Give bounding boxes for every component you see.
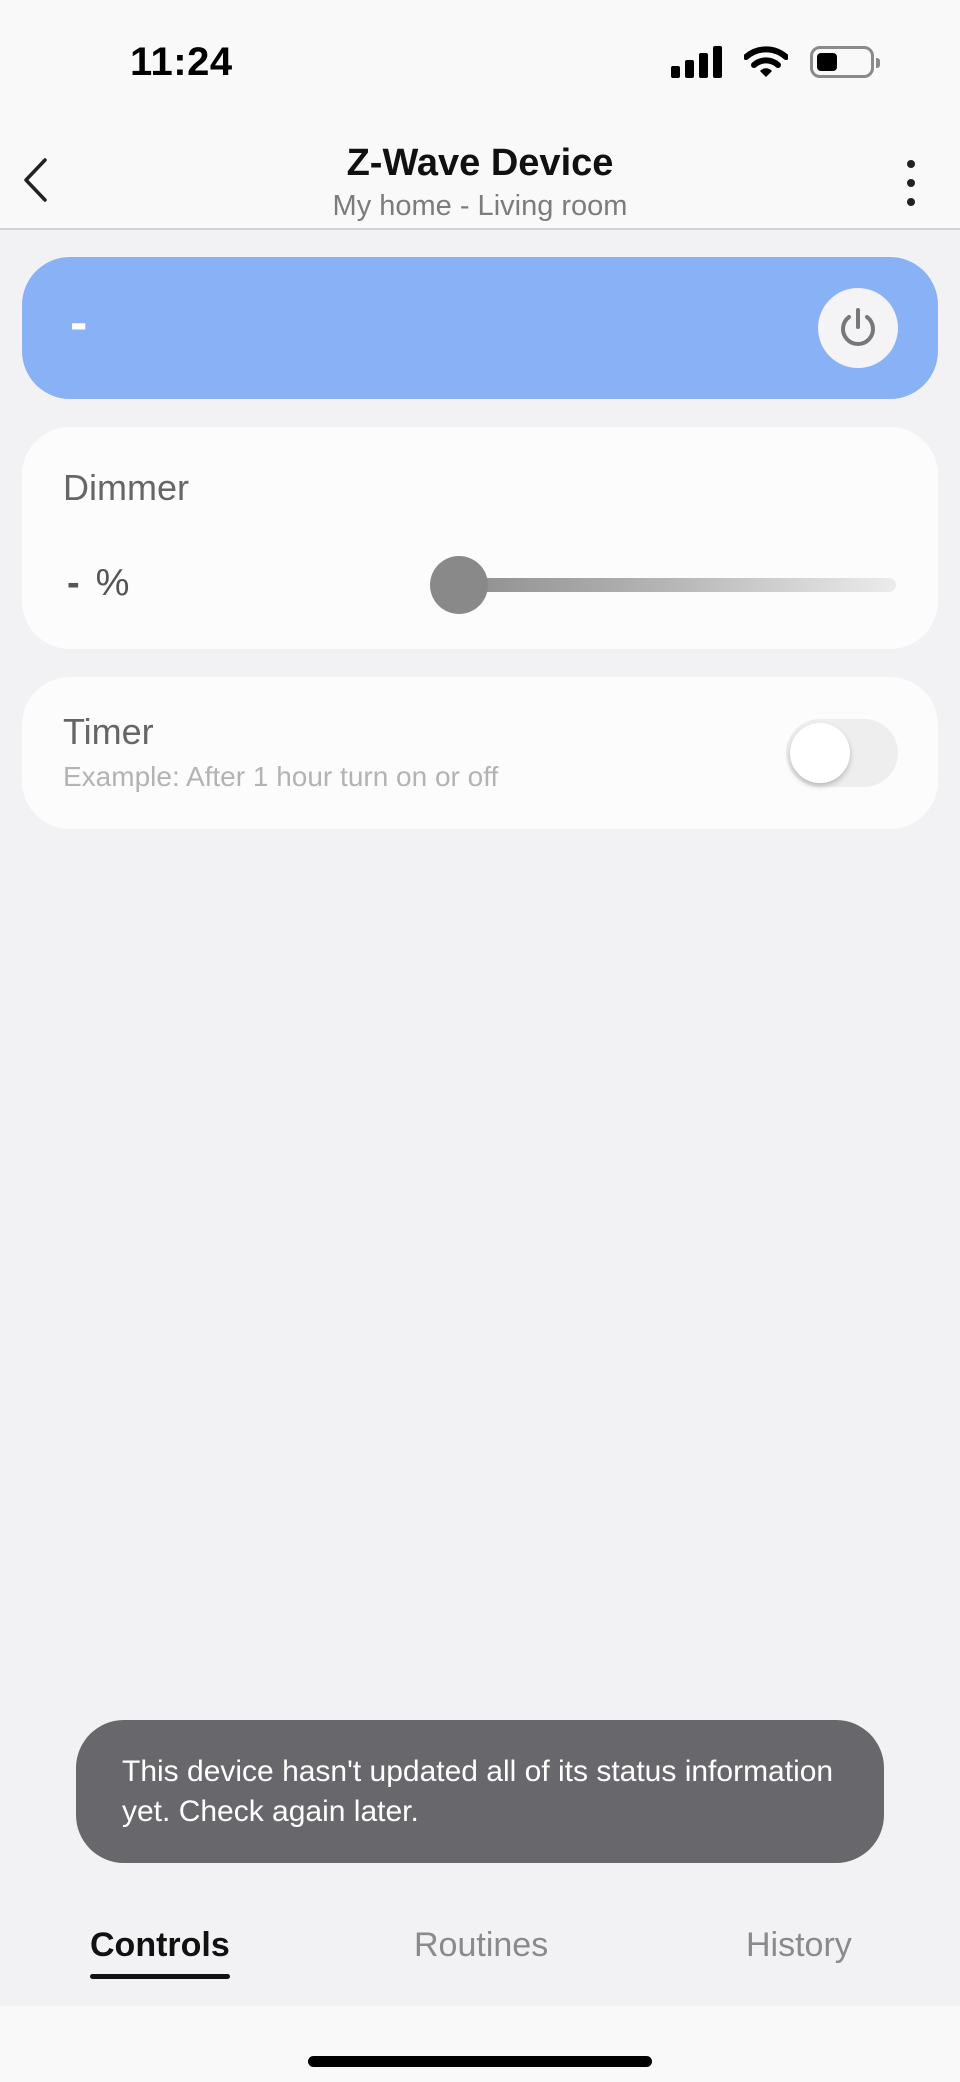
more-dot <box>907 198 915 206</box>
battery-icon <box>810 46 880 78</box>
home-indicator[interactable] <box>308 2056 652 2067</box>
bottom-tabs: Controls Routines History <box>0 1900 960 2006</box>
tab-label: History <box>746 1926 852 1964</box>
power-card: - <box>22 257 938 399</box>
status-toast: This device hasn't updated all of its st… <box>76 1720 884 1863</box>
power-button[interactable] <box>818 288 898 368</box>
power-icon <box>841 308 875 346</box>
tab-routines[interactable]: Routines <box>414 1926 548 1965</box>
page-title: Z-Wave Device <box>346 142 614 184</box>
dimmer-slider-thumb[interactable] <box>430 556 488 614</box>
dimmer-card: Dimmer - % <box>22 427 938 649</box>
home-indicator-area <box>0 2006 960 2082</box>
status-icons <box>671 46 880 78</box>
more-dot <box>907 160 915 168</box>
tab-label: Routines <box>414 1926 549 1964</box>
tab-history[interactable]: History <box>746 1926 852 1965</box>
more-dot <box>907 179 915 187</box>
dimmer-value: - % <box>67 562 129 605</box>
cellular-signal-icon <box>671 46 722 78</box>
timer-card: Timer Example: After 1 hour turn on or o… <box>22 677 938 829</box>
status-time: 11:24 <box>130 40 233 84</box>
more-options-button[interactable] <box>886 160 936 206</box>
toast-message: This device hasn't updated all of its st… <box>122 1755 834 1828</box>
device-detail-screen: 11:24 Z-Wave Device My home - Living roo… <box>0 0 960 2082</box>
top-bar: 11:24 Z-Wave Device My home - Living roo… <box>0 0 960 230</box>
dimmer-level: - <box>67 562 80 604</box>
active-tab-indicator <box>90 1974 230 1979</box>
tab-label: Controls <box>90 1926 230 1964</box>
tab-controls[interactable]: Controls <box>90 1926 230 1979</box>
page-subtitle: My home - Living room <box>332 190 628 222</box>
timer-hint: Example: After 1 hour turn on or off <box>63 761 499 792</box>
power-state: - <box>70 294 88 352</box>
timer-toggle-knob <box>790 723 850 783</box>
dimmer-unit: % <box>95 562 130 604</box>
wifi-icon <box>744 46 788 77</box>
timer-toggle[interactable] <box>786 719 898 787</box>
dimmer-slider[interactable] <box>430 556 896 614</box>
dimmer-label: Dimmer <box>63 467 189 508</box>
timer-label: Timer <box>63 711 154 752</box>
